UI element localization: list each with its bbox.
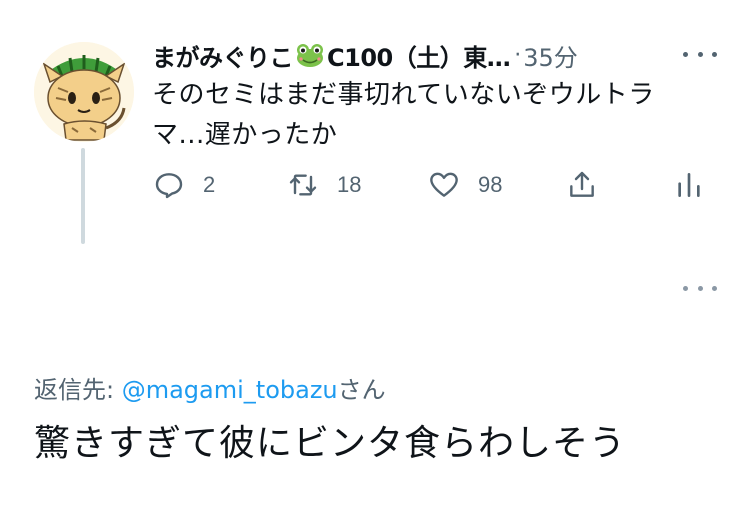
- author-display-name[interactable]: まがみぐりこ: [152, 38, 294, 73]
- reply-tweet-text: 驚きすぎて彼にビンタ食らわしそう: [34, 423, 627, 464]
- avatar[interactable]: [34, 42, 134, 142]
- author-display-name-rest[interactable]: C100（土）東…: [327, 38, 511, 73]
- more-options-icon[interactable]: [683, 47, 717, 61]
- reply-to-suffix: さん: [337, 376, 386, 404]
- reply-to-handle-link[interactable]: @magami_tobazu: [122, 376, 338, 404]
- more-options-icon[interactable]: [683, 281, 717, 295]
- avatar-image: [34, 42, 134, 142]
- tweet-text-line: マ...遅かったか: [152, 120, 338, 150]
- reply-count: 2: [203, 172, 216, 197]
- retweet-count: 18: [337, 172, 362, 197]
- tweet-text-line: そのセミはまだ事切れていないぞウルトラ: [152, 80, 655, 110]
- separator-dot: ·: [514, 42, 522, 68]
- thread-connector-line: [81, 148, 85, 244]
- frog-icon: [295, 42, 325, 68]
- retweet-icon: [289, 174, 317, 196]
- share-button[interactable]: [566, 168, 598, 202]
- heart-icon: [430, 172, 458, 197]
- analytics-icon: [678, 173, 700, 197]
- retweet-button[interactable]: 18: [287, 168, 361, 202]
- like-count: 98: [478, 172, 503, 197]
- like-button[interactable]: 98: [428, 168, 502, 202]
- reply-button[interactable]: 2: [153, 168, 215, 202]
- reply-icon: [155, 173, 183, 199]
- reply-to-line: 返信先: @magami_tobazuさん: [34, 370, 386, 405]
- share-icon: [570, 171, 594, 197]
- tweet-header: まがみぐりこ C100（土）東… · 35分: [152, 38, 732, 73]
- analytics-button[interactable]: [675, 168, 703, 202]
- tweet-timestamp[interactable]: 35分: [523, 38, 578, 73]
- tweet-text: そのセミはまだ事切れていないぞウルトラ マ...遅かったか: [152, 75, 722, 155]
- reply-to-prefix: 返信先:: [34, 376, 122, 404]
